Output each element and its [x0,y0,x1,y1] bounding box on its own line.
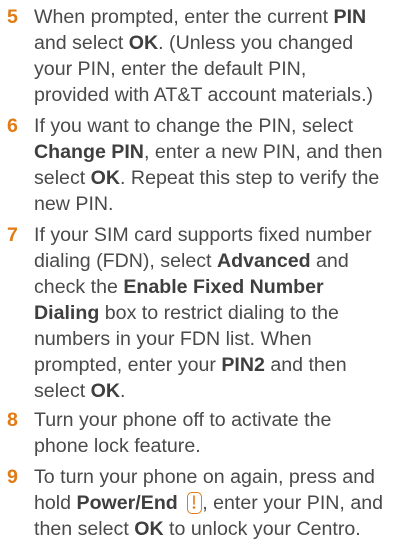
power-end-key-icon [187,492,203,514]
text-run: , enter your PIN, and [202,492,384,514]
bold-term: Dialing [34,302,100,324]
text-line: prompted, enter your PIN2 and then [34,352,412,378]
text-line: Dialing box to restrict dialing to the [34,300,412,326]
bold-term: OK [90,380,121,402]
bold-term: OK [90,167,121,189]
text-line: Change PIN, enter a new PIN, and then [34,139,412,165]
step-number: 7 [7,224,18,246]
step-number: 5 [7,6,18,28]
step-text: To turn your phone on again, press and ho… [34,464,412,542]
text-run: To turn your phone on again, press and [34,466,375,488]
bold-term: OK [128,32,159,54]
text-run: , enter a new PIN, and then [143,141,383,163]
step-text: Turn your phone off to activate the phone… [34,407,412,459]
step-text: When prompted, enter the current PIN and … [34,4,412,108]
text-line: new PIN. [34,191,412,217]
text-line: then select OK to unlock your Centro. [34,516,412,542]
text-run: numbers in your FDN list. When [34,328,312,350]
text-line: To turn your phone on again, press and [34,464,412,490]
text-line: If you want to change the PIN, select [34,113,412,139]
text-line: and select OK. (Unless you changed [34,30,412,56]
text-line: hold Power/End , enter your PIN, and [34,490,412,516]
text-line: numbers in your FDN list. When [34,326,412,352]
step-number: 9 [7,466,18,488]
text-run [178,492,183,514]
text-line: Turn your phone off to activate the [34,407,412,433]
step-number: 6 [7,115,18,137]
text-run: . [120,380,126,402]
text-line: select OK. [34,378,412,404]
text-line: your PIN, enter the default PIN, [34,56,412,82]
text-run: and select [34,32,129,54]
text-line: dialing (FDN), select Advanced and [34,248,412,274]
bold-term: Enable Fixed Number [123,276,324,298]
text-run: phone lock feature. [34,435,201,457]
text-run: and then [264,354,347,376]
text-line: check the Enable Fixed Number [34,274,412,300]
text-run: When prompted, enter the current [34,6,334,28]
bold-term: Power/End [76,492,178,514]
text-run: box to restrict dialing to the [99,302,339,324]
instruction-steps: 5 When prompted, enter the current PIN an… [0,0,413,560]
text-run: check the [34,276,124,298]
bold-term: Advanced [216,250,311,272]
text-line: provided with AT&T account materials.) [34,82,412,108]
text-run: and [310,250,349,272]
step-text: If you want to change the PIN, select Cha… [34,113,412,217]
step-text: If your SIM card supports fixed number di… [34,222,412,404]
text-run: If your SIM card supports fixed number [34,224,372,246]
text-run: Turn your phone off to activate the [34,409,332,431]
text-run: prompted, enter your [34,354,222,376]
text-run: to unlock your Centro. [163,518,361,540]
text-run: . (Unless you changed [158,32,354,54]
bold-term: PIN2 [221,354,265,376]
text-run: dialing (FDN), select [34,250,217,272]
text-run: hold [34,492,77,514]
step-number: 8 [7,409,18,431]
text-run: then select [34,518,135,540]
text-run: select [34,167,91,189]
bold-term: Change PIN [34,141,144,163]
bold-term: PIN [333,6,367,28]
text-run: If you want to change the PIN, select [34,115,354,137]
bold-term: OK [134,518,164,540]
text-line: If your SIM card supports fixed number [34,222,412,248]
text-line: When prompted, enter the current PIN [34,4,412,30]
text-run: new PIN. [34,193,114,215]
text-run: your PIN, enter the default PIN, [34,58,307,80]
text-line: phone lock feature. [34,433,412,459]
text-run: select [34,380,91,402]
text-line: select OK. Repeat this step to verify th… [34,165,412,191]
text-run: provided with AT&T account materials.) [34,84,374,106]
text-run: . Repeat this step to verify the [120,167,380,189]
